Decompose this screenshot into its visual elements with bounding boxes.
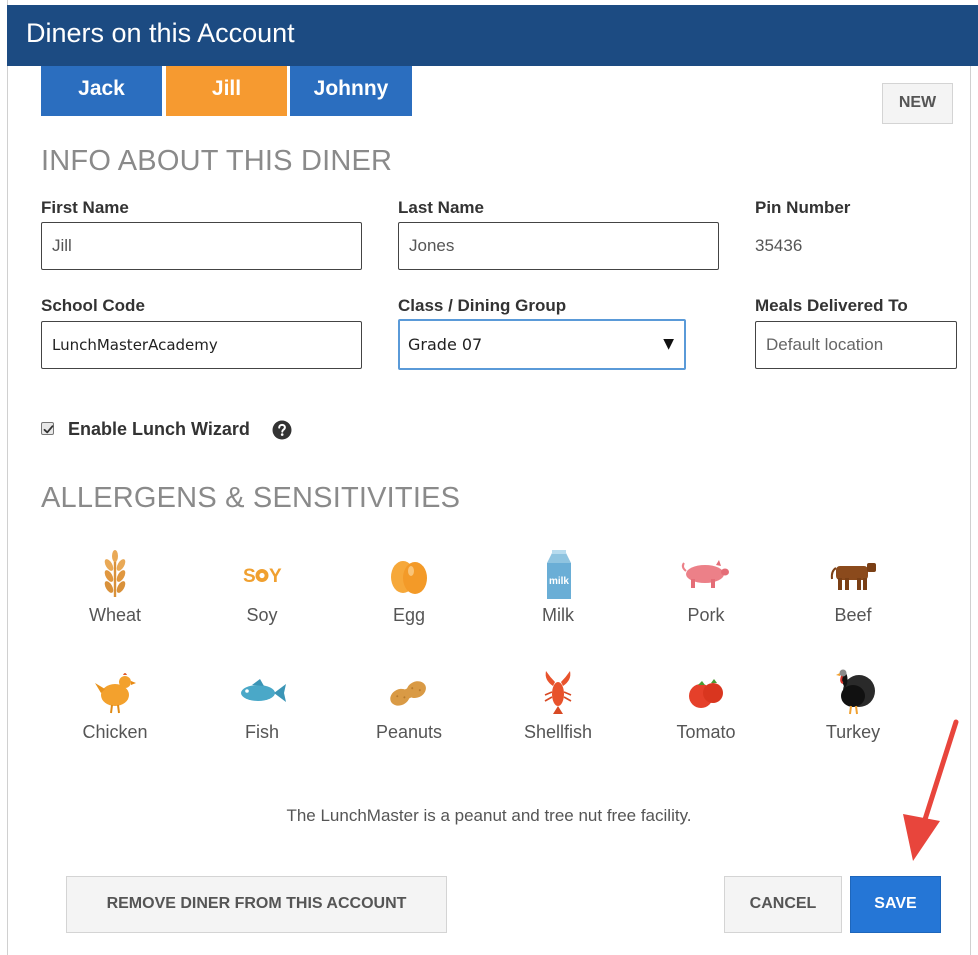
diners-panel: Diners on this Account Jack Jill Johnny … — [0, 0, 978, 955]
annotation-arrow-icon — [903, 719, 959, 861]
